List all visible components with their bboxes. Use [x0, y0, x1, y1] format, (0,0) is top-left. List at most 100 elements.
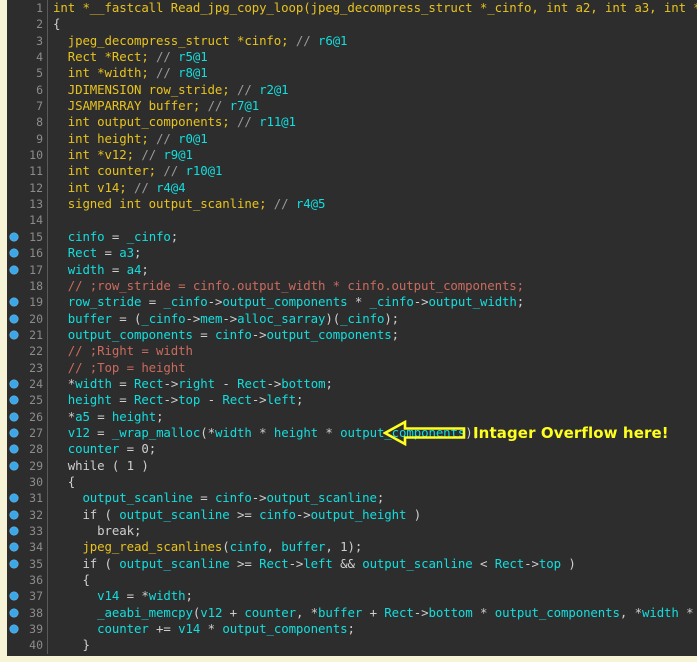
- code-line[interactable]: 1 int *__fastcall Read_jpg_copy_loop(jpeg…: [7, 0, 697, 17]
- code-text[interactable]: height = Rect->top - Rect->left;: [48, 392, 697, 408]
- code-line[interactable]: 3 jpeg_decompress_struct *cinfo; // r6@1: [7, 32, 697, 50]
- line-gutter[interactable]: 22: [7, 343, 48, 360]
- line-gutter[interactable]: 37: [7, 588, 48, 605]
- line-gutter[interactable]: 14: [7, 212, 48, 229]
- code-line[interactable]: 30 {: [7, 473, 697, 491]
- line-gutter[interactable]: 11: [7, 163, 48, 180]
- line-gutter[interactable]: 34: [7, 539, 48, 556]
- breakpoint-dot-icon[interactable]: [10, 298, 18, 307]
- code-text[interactable]: output_scanline = cinfo->output_scanline…: [48, 490, 697, 506]
- line-gutter[interactable]: 13: [7, 196, 48, 213]
- breakpoint-dot-icon[interactable]: [10, 314, 18, 323]
- code-text[interactable]: Rect *Rect; // r5@1: [48, 49, 697, 65]
- code-line[interactable]: 17 width = a4;: [7, 261, 697, 278]
- code-line[interactable]: 15 cinfo = _cinfo;: [7, 228, 697, 246]
- line-gutter[interactable]: 32: [7, 506, 48, 523]
- code-text[interactable]: break;: [48, 523, 697, 539]
- code-text[interactable]: {: [48, 16, 697, 32]
- line-gutter[interactable]: 36: [7, 572, 48, 589]
- breakpoint-dot-icon[interactable]: [10, 543, 18, 552]
- code-line[interactable]: 13 signed int output_scanline; // r4@5: [7, 196, 697, 213]
- line-gutter[interactable]: 33: [7, 523, 48, 540]
- line-gutter[interactable]: 20: [7, 310, 48, 327]
- line-gutter[interactable]: 24: [7, 375, 48, 393]
- breakpoint-dot-icon[interactable]: [10, 527, 18, 535]
- code-line[interactable]: 23 // ;Top = height: [7, 359, 697, 376]
- code-line[interactable]: 25 height = Rect->top - Rect->left;: [7, 392, 697, 409]
- code-text[interactable]: [48, 212, 697, 228]
- code-editor[interactable]: 1 int *__fastcall Read_jpg_copy_loop(jpeg…: [7, 0, 697, 656]
- code-text[interactable]: Rect = a3;: [48, 245, 697, 261]
- breakpoint-dot-icon[interactable]: [10, 412, 18, 421]
- line-gutter[interactable]: 17: [7, 261, 48, 278]
- code-line[interactable]: 31 output_scanline = cinfo->output_scanl…: [7, 490, 697, 507]
- code-line[interactable]: 32 if ( output_scanline >= cinfo->output…: [7, 506, 697, 523]
- breakpoint-dot-icon[interactable]: [10, 379, 18, 388]
- code-line[interactable]: 16 Rect = a3;: [7, 245, 697, 262]
- breakpoint-dot-icon[interactable]: [10, 608, 18, 617]
- code-text[interactable]: JDIMENSION row_stride; // r2@1: [48, 82, 697, 98]
- code-text[interactable]: v12 = _wrap_malloc(*width * height * out…: [48, 425, 697, 441]
- code-text[interactable]: jpeg_decompress_struct *cinfo; // r6@1: [48, 33, 697, 49]
- breakpoint-dot-icon[interactable]: [10, 461, 18, 470]
- line-gutter[interactable]: 31: [7, 490, 48, 507]
- code-line[interactable]: 33 break;: [7, 523, 697, 540]
- code-text[interactable]: jpeg_read_scanlines(cinfo, buffer, 1);: [48, 539, 697, 555]
- line-gutter[interactable]: 19: [7, 294, 48, 311]
- line-gutter[interactable]: 39: [7, 621, 48, 638]
- code-line[interactable]: 9 int height; // r0@1: [7, 130, 697, 148]
- line-gutter[interactable]: 6: [7, 81, 48, 99]
- code-text[interactable]: cinfo = _cinfo;: [48, 229, 697, 245]
- breakpoint-dot-icon[interactable]: [10, 396, 18, 405]
- code-text[interactable]: int *width; // r8@1: [48, 65, 697, 81]
- line-gutter[interactable]: 29: [7, 457, 48, 474]
- code-text[interactable]: counter = 0;: [48, 441, 697, 457]
- code-text[interactable]: {: [48, 474, 697, 490]
- code-text[interactable]: row_stride = _cinfo->output_components *…: [48, 294, 697, 310]
- code-text[interactable]: v14 = *width;: [48, 588, 697, 604]
- code-line[interactable]: 36 {: [7, 572, 697, 589]
- line-gutter[interactable]: 18: [7, 277, 48, 295]
- line-gutter[interactable]: 25: [7, 392, 48, 409]
- breakpoint-dot-icon[interactable]: [10, 510, 18, 519]
- code-text[interactable]: *width = Rect->right - Rect->bottom;: [48, 376, 697, 392]
- code-line[interactable]: 11 int counter; // r10@1: [7, 163, 697, 180]
- line-gutter[interactable]: 35: [7, 555, 48, 573]
- line-gutter[interactable]: 12: [7, 179, 48, 197]
- code-text[interactable]: // ;row_stride = cinfo.output_width * ci…: [48, 278, 697, 294]
- line-gutter[interactable]: 40: [7, 637, 48, 654]
- code-line[interactable]: 7 JSAMPARRAY buffer; // r7@1: [7, 98, 697, 115]
- code-text[interactable]: int output_components; // r11@1: [48, 114, 697, 130]
- code-line[interactable]: 20 buffer = (_cinfo->mem->alloc_sarray)(…: [7, 310, 697, 327]
- code-text[interactable]: signed int output_scanline; // r4@5: [48, 196, 697, 212]
- code-line[interactable]: 10 int *v12; // r9@1: [7, 147, 697, 164]
- code-line[interactable]: 22 // ;Right = width: [7, 343, 697, 360]
- code-text[interactable]: {: [48, 572, 697, 588]
- line-gutter[interactable]: 4: [7, 49, 48, 66]
- code-line[interactable]: 18 // ;row_stride = cinfo.output_width *…: [7, 277, 697, 295]
- code-line[interactable]: 8 int output_components; // r11@1: [7, 114, 697, 131]
- line-gutter[interactable]: 5: [7, 65, 48, 82]
- code-line[interactable]: 38 _aeabi_memcpy(v12 + counter, *buffer …: [7, 604, 697, 622]
- code-text[interactable]: counter += v14 * output_components;: [48, 621, 697, 637]
- breakpoint-dot-icon[interactable]: [10, 445, 18, 454]
- code-text[interactable]: // ;Right = width: [48, 343, 697, 359]
- breakpoint-dot-icon[interactable]: [10, 249, 18, 258]
- code-listing[interactable]: 1 int *__fastcall Read_jpg_copy_loop(jpeg…: [7, 0, 697, 656]
- code-line[interactable]: 14: [7, 212, 697, 229]
- code-text[interactable]: int counter; // r10@1: [48, 163, 697, 179]
- line-gutter[interactable]: 10: [7, 147, 48, 164]
- line-gutter[interactable]: 26: [7, 408, 48, 425]
- code-line[interactable]: 24 *width = Rect->right - Rect->bottom;: [7, 375, 697, 393]
- code-line[interactable]: 28 counter = 0;: [7, 441, 697, 458]
- code-line[interactable]: 2{: [7, 16, 697, 33]
- code-text[interactable]: buffer = (_cinfo->mem->alloc_sarray)(_ci…: [48, 311, 697, 327]
- line-gutter[interactable]: 28: [7, 441, 48, 458]
- code-line[interactable]: 26 *a5 = height;: [7, 408, 697, 425]
- line-gutter[interactable]: 1: [7, 0, 48, 17]
- code-text[interactable]: int v14; // r4@4: [48, 180, 697, 196]
- breakpoint-dot-icon[interactable]: [10, 494, 18, 503]
- code-text[interactable]: }: [48, 637, 697, 653]
- breakpoint-dot-icon[interactable]: [10, 330, 18, 339]
- code-line[interactable]: 27 v12 = _wrap_malloc(*width * height * …: [7, 424, 697, 442]
